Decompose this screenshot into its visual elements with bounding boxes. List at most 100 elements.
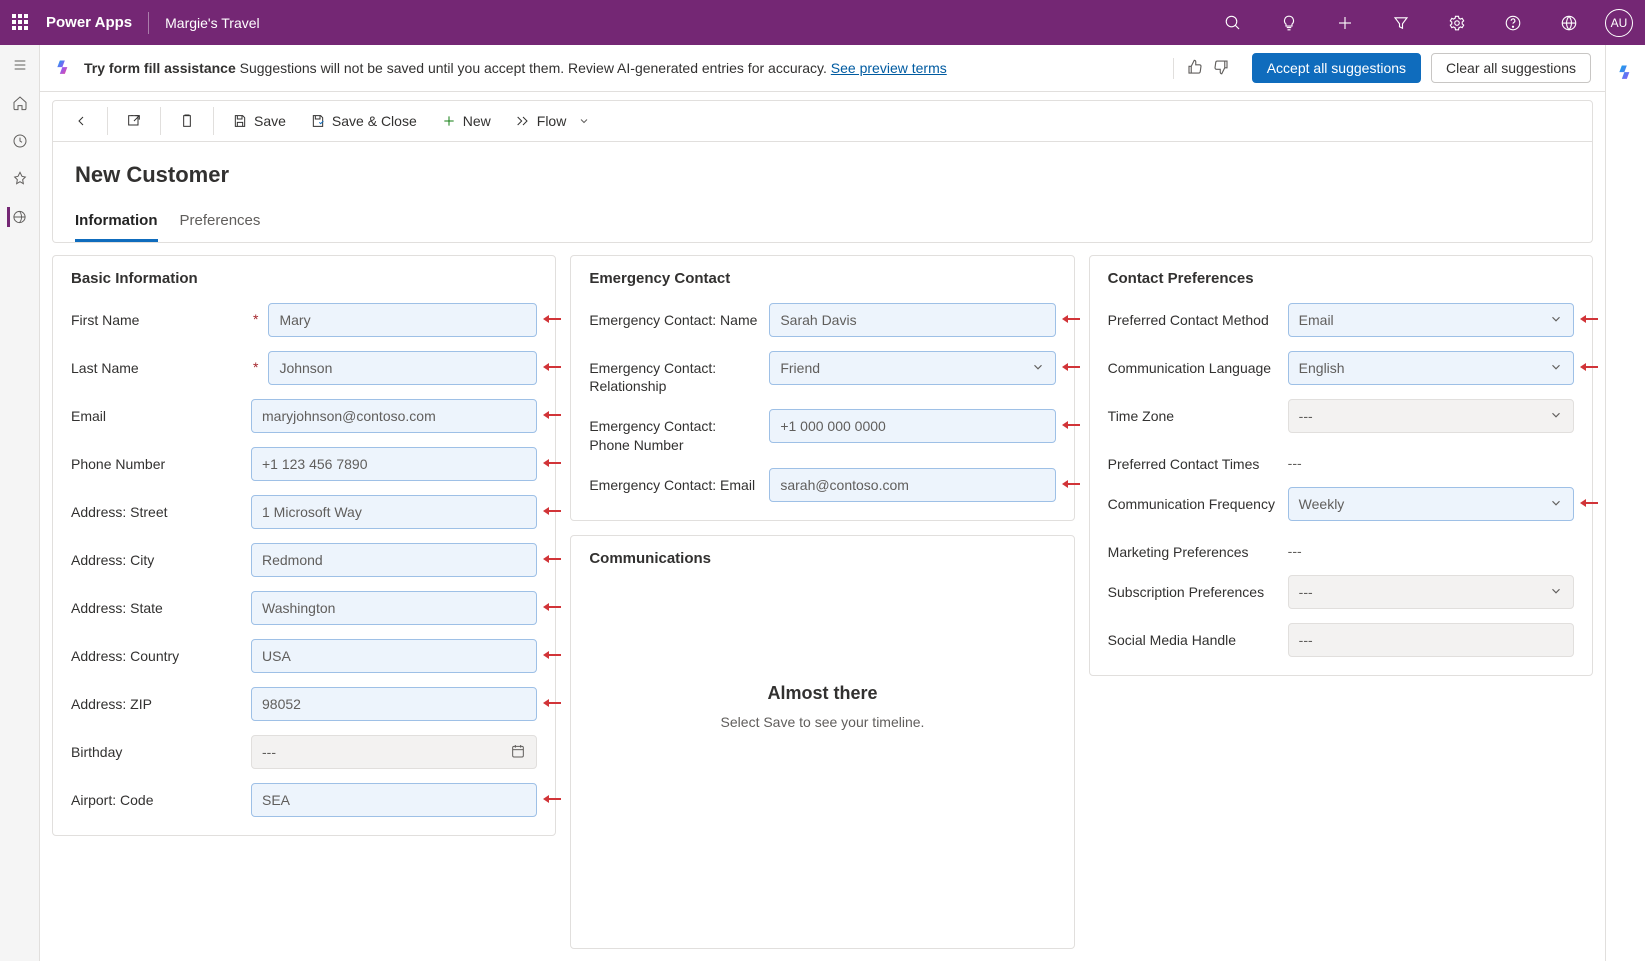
select-field[interactable]: Email [1288,303,1574,337]
select-value: Weekly [1299,496,1345,512]
preview-terms-link[interactable]: See preview terms [831,60,947,76]
communications-title: Communications [589,550,1055,567]
pin-icon[interactable] [10,169,30,189]
suggestion-arrow-icon [541,792,561,808]
text-field[interactable]: Mary [268,303,537,337]
new-button[interactable]: New [431,107,501,135]
text-field[interactable]: Sarah Davis [769,303,1055,337]
field-label: Address: State [71,591,241,617]
command-bar: Save Save & Close New Flow [52,100,1593,142]
field-wrapper: USA [251,639,537,673]
accept-all-button[interactable]: Accept all suggestions [1252,53,1421,83]
text-field[interactable]: Washington [251,591,537,625]
recent-icon[interactable] [10,131,30,151]
copilot-rail-icon[interactable] [1616,63,1636,86]
lightbulb-icon[interactable] [1269,0,1309,45]
filter-icon[interactable] [1381,0,1421,45]
flow-button[interactable]: Flow [505,107,601,135]
copilot-banner: Try form fill assistance Suggestions wil… [40,45,1605,92]
back-button[interactable] [63,107,99,135]
hamburger-icon[interactable] [10,55,30,75]
right-rail [1605,45,1645,961]
clear-all-button[interactable]: Clear all suggestions [1431,53,1591,83]
field-label: Phone Number [71,447,241,473]
field-label: Communication Language [1108,351,1278,377]
form-row: Preferred Contact Times--- [1108,447,1574,473]
calendar-icon[interactable] [510,743,526,762]
select-field[interactable]: Friend [769,351,1055,385]
field-wrapper: English [1288,351,1574,385]
text-field[interactable]: sarah@contoso.com [769,468,1055,502]
home-icon[interactable] [10,93,30,113]
text-field[interactable]: SEA [251,783,537,817]
add-icon[interactable] [1325,0,1365,45]
suggestion-arrow-icon [541,648,561,664]
entity-icon[interactable] [7,207,27,227]
prefs-title: Contact Preferences [1108,270,1574,287]
help-icon[interactable] [1493,0,1533,45]
text-field[interactable]: +1 000 000 0000 [769,409,1055,443]
form-row: Last Name*Johnson [71,351,537,385]
select-field[interactable]: --- [1288,575,1574,609]
select-field[interactable]: --- [1288,399,1574,433]
field-value: --- [262,744,276,760]
app-launcher-icon[interactable] [12,14,30,32]
suggestion-arrow-icon [1578,312,1598,328]
field-wrapper: Redmond [251,543,537,577]
field-label: Emergency Contact: Name [589,303,759,329]
field-label: Birthday [71,735,241,761]
field-wrapper: 98052 [251,687,537,721]
select-value: --- [1299,408,1313,424]
suggestion-arrow-icon [1060,477,1080,493]
user-avatar[interactable]: AU [1605,9,1633,37]
form-row: Time Zone--- [1108,399,1574,433]
field-label: Emergency Contact: Phone Number [589,409,759,453]
tab-preferences[interactable]: Preferences [180,212,261,242]
suggestion-arrow-icon [541,696,561,712]
text-field[interactable]: +1 123 456 7890 [251,447,537,481]
form-row: Address: CityRedmond [71,543,537,577]
save-close-label: Save & Close [332,113,417,129]
chevron-down-icon [1031,360,1045,377]
divider [160,107,161,135]
readonly-field[interactable]: --- [251,735,537,769]
field-label: Marketing Preferences [1108,535,1278,561]
thumbs-down-icon[interactable] [1212,58,1230,79]
globe-icon[interactable] [1549,0,1589,45]
field-value: --- [1299,632,1313,648]
new-label: New [463,113,491,129]
text-field[interactable]: maryjohnson@contoso.com [251,399,537,433]
clipboard-button[interactable] [169,107,205,135]
select-field[interactable]: English [1288,351,1574,385]
divider [148,12,149,34]
thumbs-up-icon[interactable] [1186,58,1204,79]
search-icon[interactable] [1213,0,1253,45]
basic-info-title: Basic Information [71,270,537,287]
form-row: Emergency Contact: Emailsarah@contoso.co… [589,468,1055,502]
page-header: New Customer Information Preferences [52,142,1593,243]
field-wrapper: --- [1288,399,1574,433]
required-asterisk: * [253,351,258,375]
field-label: Address: Street [71,495,241,521]
text-field[interactable]: Redmond [251,543,537,577]
field-label: Preferred Contact Method [1108,303,1278,329]
field-wrapper: --- [1288,447,1574,471]
open-new-window-button[interactable] [116,107,152,135]
tab-information[interactable]: Information [75,212,158,242]
suggestion-arrow-icon [1060,360,1080,376]
chevron-down-icon [1549,360,1563,377]
text-field[interactable]: USA [251,639,537,673]
suggestion-arrow-icon [541,504,561,520]
text-field[interactable]: 98052 [251,687,537,721]
suggestion-arrow-icon [541,312,561,328]
text-field[interactable]: 1 Microsoft Way [251,495,537,529]
select-field[interactable]: Weekly [1288,487,1574,521]
flow-label: Flow [537,113,567,129]
save-close-button[interactable]: Save & Close [300,107,427,135]
field-wrapper: +1 000 000 0000 [769,409,1055,443]
settings-icon[interactable] [1437,0,1477,45]
save-button[interactable]: Save [222,107,296,135]
field-wrapper: --- [1288,535,1574,559]
text-field[interactable]: Johnson [268,351,537,385]
form-row: Address: CountryUSA [71,639,537,673]
